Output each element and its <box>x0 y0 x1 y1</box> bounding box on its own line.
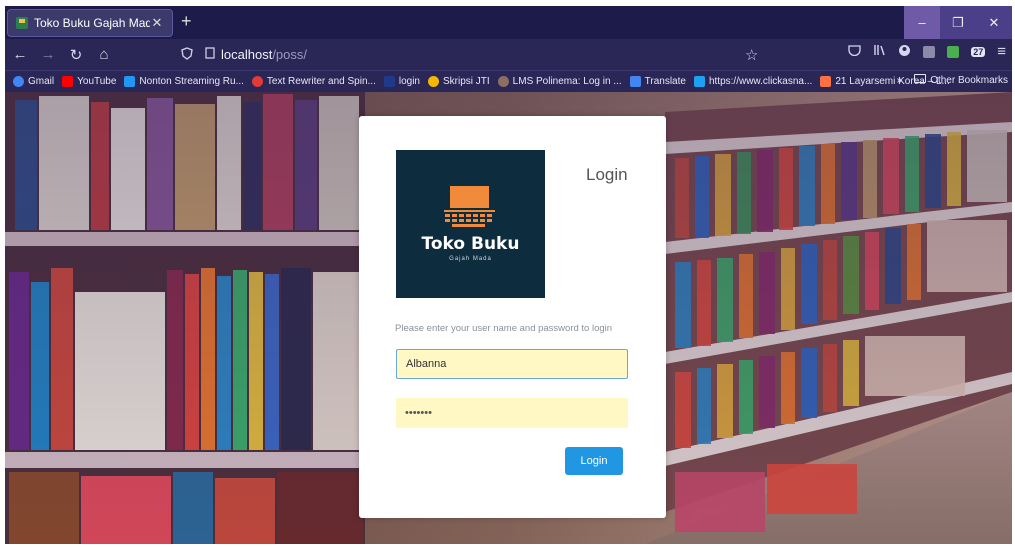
window-controls: – ❐ ✕ <box>904 6 1012 39</box>
minimize-button[interactable]: – <box>904 6 940 39</box>
page-content: Toko Buku Gajah Mada Login Please enter … <box>5 92 1012 544</box>
layarsemi-icon <box>820 76 832 87</box>
browser-window: Toko Buku Gajah Mada ✕ + – ❐ ✕ ← → ↻ ⌂ l… <box>5 6 1012 544</box>
bookmark-youtube[interactable]: YouTube <box>62 76 116 87</box>
bookmark-translate[interactable]: Translate <box>629 76 686 87</box>
pocket-icon[interactable] <box>848 44 861 59</box>
logo-name: Toko Buku <box>421 234 520 254</box>
youtube-icon <box>62 76 74 87</box>
username-input[interactable] <box>396 349 628 379</box>
tab-title: Toko Buku Gajah Mada <box>34 16 150 30</box>
bookmark-login[interactable]: login <box>383 76 420 87</box>
folder-icon <box>914 74 927 83</box>
new-tab-button[interactable]: + <box>181 11 192 32</box>
nonton-icon <box>124 76 136 87</box>
account-icon[interactable] <box>898 44 911 60</box>
forward-button[interactable]: → <box>35 43 61 67</box>
site-favicon-icon <box>16 17 28 29</box>
bookmark-clickasna[interactable]: https://www.clickasna... <box>693 76 812 87</box>
shield-icon[interactable] <box>181 46 193 63</box>
url-path: /poss/ <box>272 47 307 62</box>
login-title: Login <box>586 165 628 184</box>
extension-green-icon[interactable] <box>947 45 960 58</box>
extension-icon[interactable] <box>923 45 936 58</box>
bookmark-rewriter[interactable]: Text Rewriter and Spin... <box>251 76 376 87</box>
url-bar[interactable]: localhost/poss/ <box>175 43 769 66</box>
store-logo: Toko Buku Gajah Mada <box>396 150 545 298</box>
v-icon <box>693 76 705 87</box>
home-button[interactable]: ⌂ <box>91 43 117 67</box>
library-icon[interactable] <box>873 44 886 59</box>
password-input[interactable] <box>396 398 628 428</box>
google-icon <box>13 76 24 87</box>
back-button[interactable]: ← <box>7 43 33 67</box>
page-icon[interactable] <box>205 47 215 62</box>
tb-icon <box>383 76 395 87</box>
other-bookmarks-button[interactable]: Other Bookmarks <box>914 74 1008 86</box>
bookmark-star-icon[interactable]: ☆ <box>745 46 758 64</box>
login-button[interactable]: Login <box>565 447 623 475</box>
monitor-icon <box>450 186 489 208</box>
url-host: localhost <box>221 47 273 62</box>
logo-subtitle: Gajah Mada <box>449 256 492 262</box>
tab-active[interactable]: Toko Buku Gajah Mada ✕ <box>7 9 173 37</box>
translate-icon <box>629 76 641 87</box>
login-hint: Please enter your user name and password… <box>395 323 613 334</box>
maximize-button[interactable]: ❐ <box>940 6 976 39</box>
menu-icon[interactable]: ≡ <box>997 43 1006 60</box>
tab-strip: Toko Buku Gajah Mada ✕ + – ❐ ✕ <box>5 6 1012 39</box>
overflow-chevron-icon[interactable]: » <box>897 75 903 86</box>
toolbar-right: 27 ≡ <box>848 43 1006 60</box>
bookmarks-right: » Other Bookmarks <box>897 74 1008 86</box>
close-window-button[interactable]: ✕ <box>976 6 1012 39</box>
lms-icon <box>497 76 509 87</box>
extensions-badge[interactable]: 27 <box>971 46 986 57</box>
bookmark-lms[interactable]: LMS Polinema: Log in ... <box>497 76 622 87</box>
bookmarks-bar: Gmail YouTube Nonton Streaming Ru... Tex… <box>5 70 1012 92</box>
close-icon[interactable]: ✕ <box>150 15 164 31</box>
login-card: Toko Buku Gajah Mada Login Please enter … <box>359 116 666 518</box>
rewriter-icon <box>251 76 263 87</box>
keyboard-icon <box>444 210 495 227</box>
bookmark-skripsi[interactable]: Skripsi JTI <box>428 76 490 87</box>
bookmark-nonton[interactable]: Nonton Streaming Ru... <box>124 76 244 87</box>
bookmark-gmail[interactable]: Gmail <box>13 76 54 87</box>
reload-button[interactable]: ↻ <box>63 43 89 67</box>
sun-icon <box>428 76 439 87</box>
navigation-bar: ← → ↻ ⌂ localhost/poss/ ☆ 27 ≡ <box>5 39 1012 70</box>
